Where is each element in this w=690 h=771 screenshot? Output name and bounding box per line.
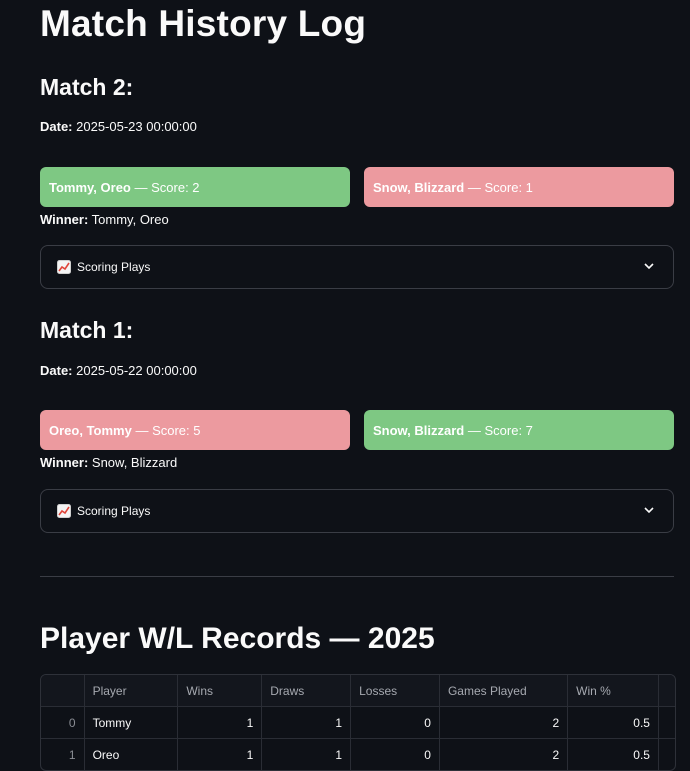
column-header-win-percent[interactable]: Win % (568, 675, 659, 706)
column-header-games-played[interactable]: Games Played (440, 675, 569, 706)
team-score: — Score: 7 (467, 422, 533, 438)
winner-line: Winner: Tommy, Oreo (40, 212, 169, 228)
match-date: Date: 2025-05-23 00:00:00 (40, 119, 197, 135)
team-card-loser: Snow, Blizzard — Score: 1 (364, 167, 674, 207)
cell-wins[interactable]: 1 (178, 739, 263, 770)
chevron-down-icon (644, 507, 654, 514)
scoring-plays-expander[interactable]: Scoring Plays (40, 489, 674, 533)
team-name: Tommy, Oreo (49, 179, 131, 195)
match-title: Match 2: (40, 74, 134, 100)
team-score: — Score: 2 (134, 179, 200, 195)
team-card-winner: Tommy, Oreo — Score: 2 (40, 167, 350, 207)
team-card-winner: Snow, Blizzard — Score: 7 (364, 410, 674, 450)
cell-games-played[interactable]: 2 (440, 707, 569, 738)
team-name: Oreo, Tommy (49, 422, 132, 438)
column-header-player[interactable]: Player (85, 675, 179, 706)
team-score: — Score: 1 (467, 179, 533, 195)
table-header-row: Player Wins Draws Losses Games Played Wi… (41, 675, 675, 707)
chart-increasing-icon (57, 260, 71, 274)
date-label: Date: (40, 363, 73, 378)
chevron-down-icon (644, 263, 654, 270)
team-card-loser: Oreo, Tommy — Score: 5 (40, 410, 350, 450)
winner-line: Winner: Snow, Blizzard (40, 455, 177, 471)
chart-increasing-icon (57, 504, 71, 518)
cell-losses[interactable]: 0 (351, 739, 440, 770)
cell-win-percent[interactable]: 0.5 (568, 739, 659, 770)
date-label: Date: (40, 119, 73, 134)
column-header-losses[interactable]: Losses (351, 675, 440, 706)
cell-games-played[interactable]: 2 (440, 739, 569, 770)
date-value: 2025-05-22 00:00:00 (76, 363, 197, 378)
column-header-draws[interactable]: Draws (262, 675, 352, 706)
page-title: Match History Log (40, 3, 367, 44)
divider (40, 576, 674, 577)
table-row[interactable]: 0 Tommy 1 1 0 2 0.5 (41, 707, 675, 739)
cell-player[interactable]: Tommy (85, 707, 179, 738)
column-header-index[interactable] (41, 675, 85, 706)
match-title: Match 1: (40, 317, 134, 343)
team-name: Snow, Blizzard (373, 179, 465, 195)
cell-draws[interactable]: 1 (262, 707, 352, 738)
expander-label: Scoring Plays (77, 260, 151, 274)
cell-draws[interactable]: 1 (262, 739, 352, 770)
cell-player[interactable]: Oreo (85, 739, 179, 770)
column-filler (659, 675, 675, 706)
winner-label: Winner: (40, 455, 89, 470)
cell-losses[interactable]: 0 (351, 707, 440, 738)
expander-label: Scoring Plays (77, 504, 151, 518)
cell-wins[interactable]: 1 (178, 707, 263, 738)
table-row[interactable]: 1 Oreo 1 1 0 2 0.5 (41, 739, 675, 770)
winner-label: Winner: (40, 212, 89, 227)
cell-win-percent[interactable]: 0.5 (568, 707, 659, 738)
team-name: Snow, Blizzard (373, 422, 465, 438)
records-title: Player W/L Records — 2025 (40, 622, 435, 655)
row-index: 0 (41, 707, 85, 738)
match-date: Date: 2025-05-22 00:00:00 (40, 363, 197, 379)
row-index: 1 (41, 739, 85, 770)
date-value: 2025-05-23 00:00:00 (76, 119, 197, 134)
team-score: — Score: 5 (135, 422, 201, 438)
column-header-wins[interactable]: Wins (178, 675, 263, 706)
winner-value: Tommy, Oreo (91, 212, 169, 227)
scoring-plays-expander[interactable]: Scoring Plays (40, 245, 674, 289)
winner-value: Snow, Blizzard (91, 455, 178, 470)
column-filler (659, 707, 675, 738)
records-table[interactable]: Player Wins Draws Losses Games Played Wi… (40, 674, 676, 771)
column-filler (659, 739, 675, 770)
